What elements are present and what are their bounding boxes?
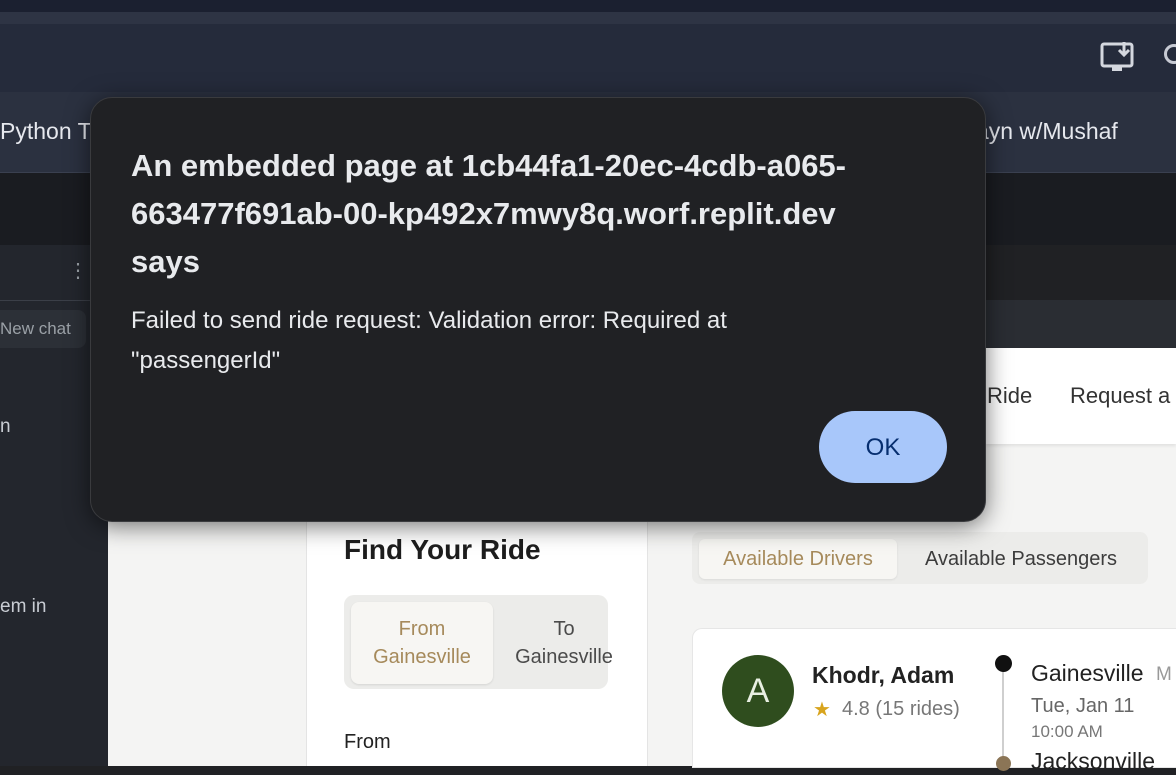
route-time: 10:00 AM xyxy=(1031,722,1103,741)
route-line xyxy=(1002,672,1004,766)
nav-link-request[interactable]: Request a xyxy=(1070,383,1170,409)
tab-available-passengers[interactable]: Available Passengers xyxy=(906,539,1136,579)
ok-button[interactable]: OK xyxy=(819,411,947,483)
route-destination: Jacksonville xyxy=(1031,748,1155,774)
from-field-label: From xyxy=(344,731,391,753)
avatar: A xyxy=(722,655,794,727)
origin-dot-icon xyxy=(995,655,1012,672)
browser-toolbar xyxy=(0,24,1176,92)
route-origin-tag: M xyxy=(1156,664,1172,685)
install-app-icon[interactable] xyxy=(1100,40,1138,74)
toggle-from-label: From Gainesville xyxy=(373,618,471,668)
toggle-to-gainesville[interactable]: To Gainesville xyxy=(494,602,634,684)
find-ride-title: Find Your Ride xyxy=(344,534,541,565)
bookmark-python[interactable]: Python T xyxy=(0,118,92,145)
window-top-strip xyxy=(0,0,1176,12)
new-chat-button[interactable]: New chat xyxy=(0,310,86,348)
dialog-message: Failed to send ride request: Validation … xyxy=(131,307,727,374)
star-icon: ★ xyxy=(813,699,831,721)
toggle-to-label: To Gainesville xyxy=(515,618,613,668)
dialog-title: An embedded page at 1cb44fa1-20ec-4cdb-a… xyxy=(131,148,846,279)
nav-link-ride[interactable]: Ride xyxy=(987,383,1032,409)
route-origin: Gainesville xyxy=(1031,660,1144,686)
sidebar-divider xyxy=(0,300,90,301)
sidebar-text-fragment: em in xyxy=(0,596,47,617)
driver-name: Khodr, Adam xyxy=(812,662,955,688)
more-options-icon[interactable]: ⋮ xyxy=(68,258,88,283)
tab-available-drivers[interactable]: Available Drivers xyxy=(699,539,897,579)
toggle-from-gainesville[interactable]: From Gainesville xyxy=(351,602,493,684)
alert-dialog: An embedded page at 1cb44fa1-20ec-4cdb-a… xyxy=(90,97,986,522)
driver-rating: 4.8 (15 rides) xyxy=(842,698,960,720)
route-date: Tue, Jan 11 xyxy=(1031,695,1135,717)
tab-strip xyxy=(0,12,1176,24)
destination-dot-icon xyxy=(996,756,1011,771)
sidebar-text-fragment: n xyxy=(0,416,11,437)
